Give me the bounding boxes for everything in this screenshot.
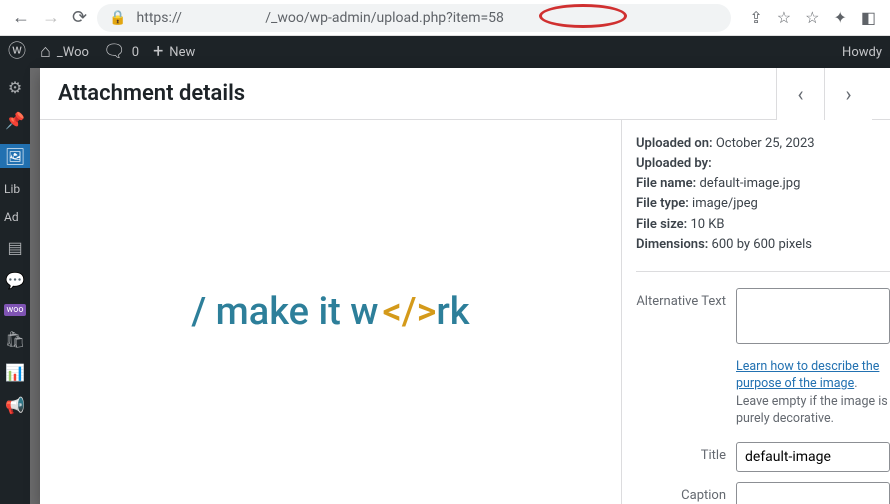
plus-icon: + [153, 43, 163, 61]
address-bar[interactable]: 🔒 https:// /_woo/wp-admin/upload.php?ite… [97, 4, 731, 32]
forward-icon[interactable]: → [42, 9, 60, 27]
url-text: https:// /_woo/wp-admin/upload.php?item=… [137, 10, 504, 26]
attachment-preview: / make it w</>rk [40, 120, 622, 504]
sidebar-item-pages[interactable]: ▤ [0, 238, 30, 257]
browser-toolbar: ← → ⟳ 🔒 https:// /_woo/wp-admin/upload.p… [0, 0, 890, 36]
url-highlight-annotation [539, 4, 627, 28]
sidebar-item-products[interactable]: 🛍 [0, 330, 30, 349]
analytics-icon: 📊 [5, 363, 25, 382]
caption-label: Caption [636, 482, 736, 503]
extensions-icon[interactable]: ✦ [833, 8, 846, 27]
sidebar-item-marketing[interactable]: 📢 [0, 396, 30, 415]
title-input[interactable] [736, 442, 890, 472]
howdy-label[interactable]: Howdy [842, 45, 882, 60]
comment-count: 0 [132, 45, 139, 60]
alt-text-help: Learn how to describe the purpose of the… [736, 358, 890, 428]
alt-text-label: Alternative Text [636, 288, 736, 309]
star-outline-icon[interactable]: ☆ [805, 8, 819, 27]
meta-uploaded-on: October 25, 2023 [716, 136, 815, 151]
caption-input[interactable] [736, 482, 890, 504]
chevron-left-icon: ‹ [797, 82, 803, 106]
wp-admin-bar: ⓦ ⌂ _Woo 🗨 0 + New Howdy [0, 36, 890, 68]
comments-link[interactable]: 🗨 0 [103, 43, 139, 61]
alt-text-input[interactable] [736, 288, 890, 344]
media-icon: 🖼 [5, 147, 25, 166]
megaphone-icon: 📢 [5, 396, 25, 415]
alt-text-help-link[interactable]: Learn how to describe the purpose of the… [736, 359, 879, 392]
browser-extension-group: ⇪ ☆ ☆ ✦ ◧ [741, 8, 884, 27]
attachment-details-panel: Uploaded on: October 25, 2023 Uploaded b… [622, 120, 890, 504]
attachment-meta: Uploaded on: October 25, 2023 Uploaded b… [636, 134, 890, 255]
sidebar-item-comments[interactable]: 💬 [0, 271, 30, 290]
sidebar-item-posts[interactable]: 📌 [0, 111, 30, 130]
new-content-link[interactable]: + New [153, 43, 195, 61]
modal-header: Attachment details ‹ › [40, 68, 890, 120]
sidebar-item-analytics[interactable]: 📊 [0, 363, 30, 382]
new-label: New [169, 45, 195, 60]
profile-icon[interactable]: ◧ [861, 8, 876, 27]
admin-sidebar: ⚙ 📌 🖼 Lib Ad ▤ 💬 woo 🛍 📊 📢 [0, 68, 30, 504]
sidebar-item-media[interactable]: 🖼 [0, 144, 30, 168]
title-label: Title [636, 442, 736, 463]
browser-nav-group: ← → ⟳ [6, 9, 87, 27]
comment-icon: 🗨 [103, 43, 126, 61]
wordpress-logo-icon[interactable]: ⓦ [8, 43, 26, 61]
meta-file-type: image/jpeg [692, 196, 758, 211]
modal-overlay: Attachment details ‹ › / make it w</>rk … [30, 68, 890, 504]
pin-icon: 📌 [5, 111, 25, 130]
back-icon[interactable]: ← [12, 9, 30, 27]
modal-title: Attachment details [58, 81, 776, 106]
sidebar-sub-library[interactable]: Lib [0, 182, 20, 196]
site-name-label: _Woo [57, 45, 89, 60]
next-attachment-button[interactable]: › [824, 68, 872, 120]
reload-icon[interactable]: ⟳ [72, 9, 87, 27]
sidebar-item-woo[interactable]: woo [0, 304, 30, 316]
woo-icon: woo [4, 304, 25, 316]
site-home-link[interactable]: ⌂ _Woo [40, 43, 89, 61]
comments-icon: 💬 [5, 271, 25, 290]
lock-icon: 🔒 [109, 10, 126, 26]
meta-file-name: default-image.jpg [699, 176, 800, 191]
share-icon[interactable]: ⇪ [749, 8, 762, 27]
home-icon: ⌂ [40, 43, 51, 61]
sidebar-sub-addnew[interactable]: Ad [0, 210, 19, 224]
meta-dimensions: 600 by 600 pixels [712, 237, 812, 252]
preview-image: / make it w</>rk [191, 290, 469, 334]
prev-attachment-button[interactable]: ‹ [776, 68, 824, 120]
sidebar-item-dashboard[interactable]: ⚙ [0, 78, 30, 97]
cart-icon: 🛍 [5, 330, 25, 349]
chevron-right-icon: › [845, 82, 851, 106]
meta-uploaded-by-label: Uploaded by: [636, 156, 712, 171]
dashboard-icon: ⚙ [8, 78, 22, 97]
meta-file-size: 10 KB [690, 217, 724, 232]
attachment-details-modal: Attachment details ‹ › / make it w</>rk … [40, 68, 890, 504]
page-icon: ▤ [7, 238, 22, 257]
bookmark-star-icon[interactable]: ☆ [777, 8, 791, 27]
